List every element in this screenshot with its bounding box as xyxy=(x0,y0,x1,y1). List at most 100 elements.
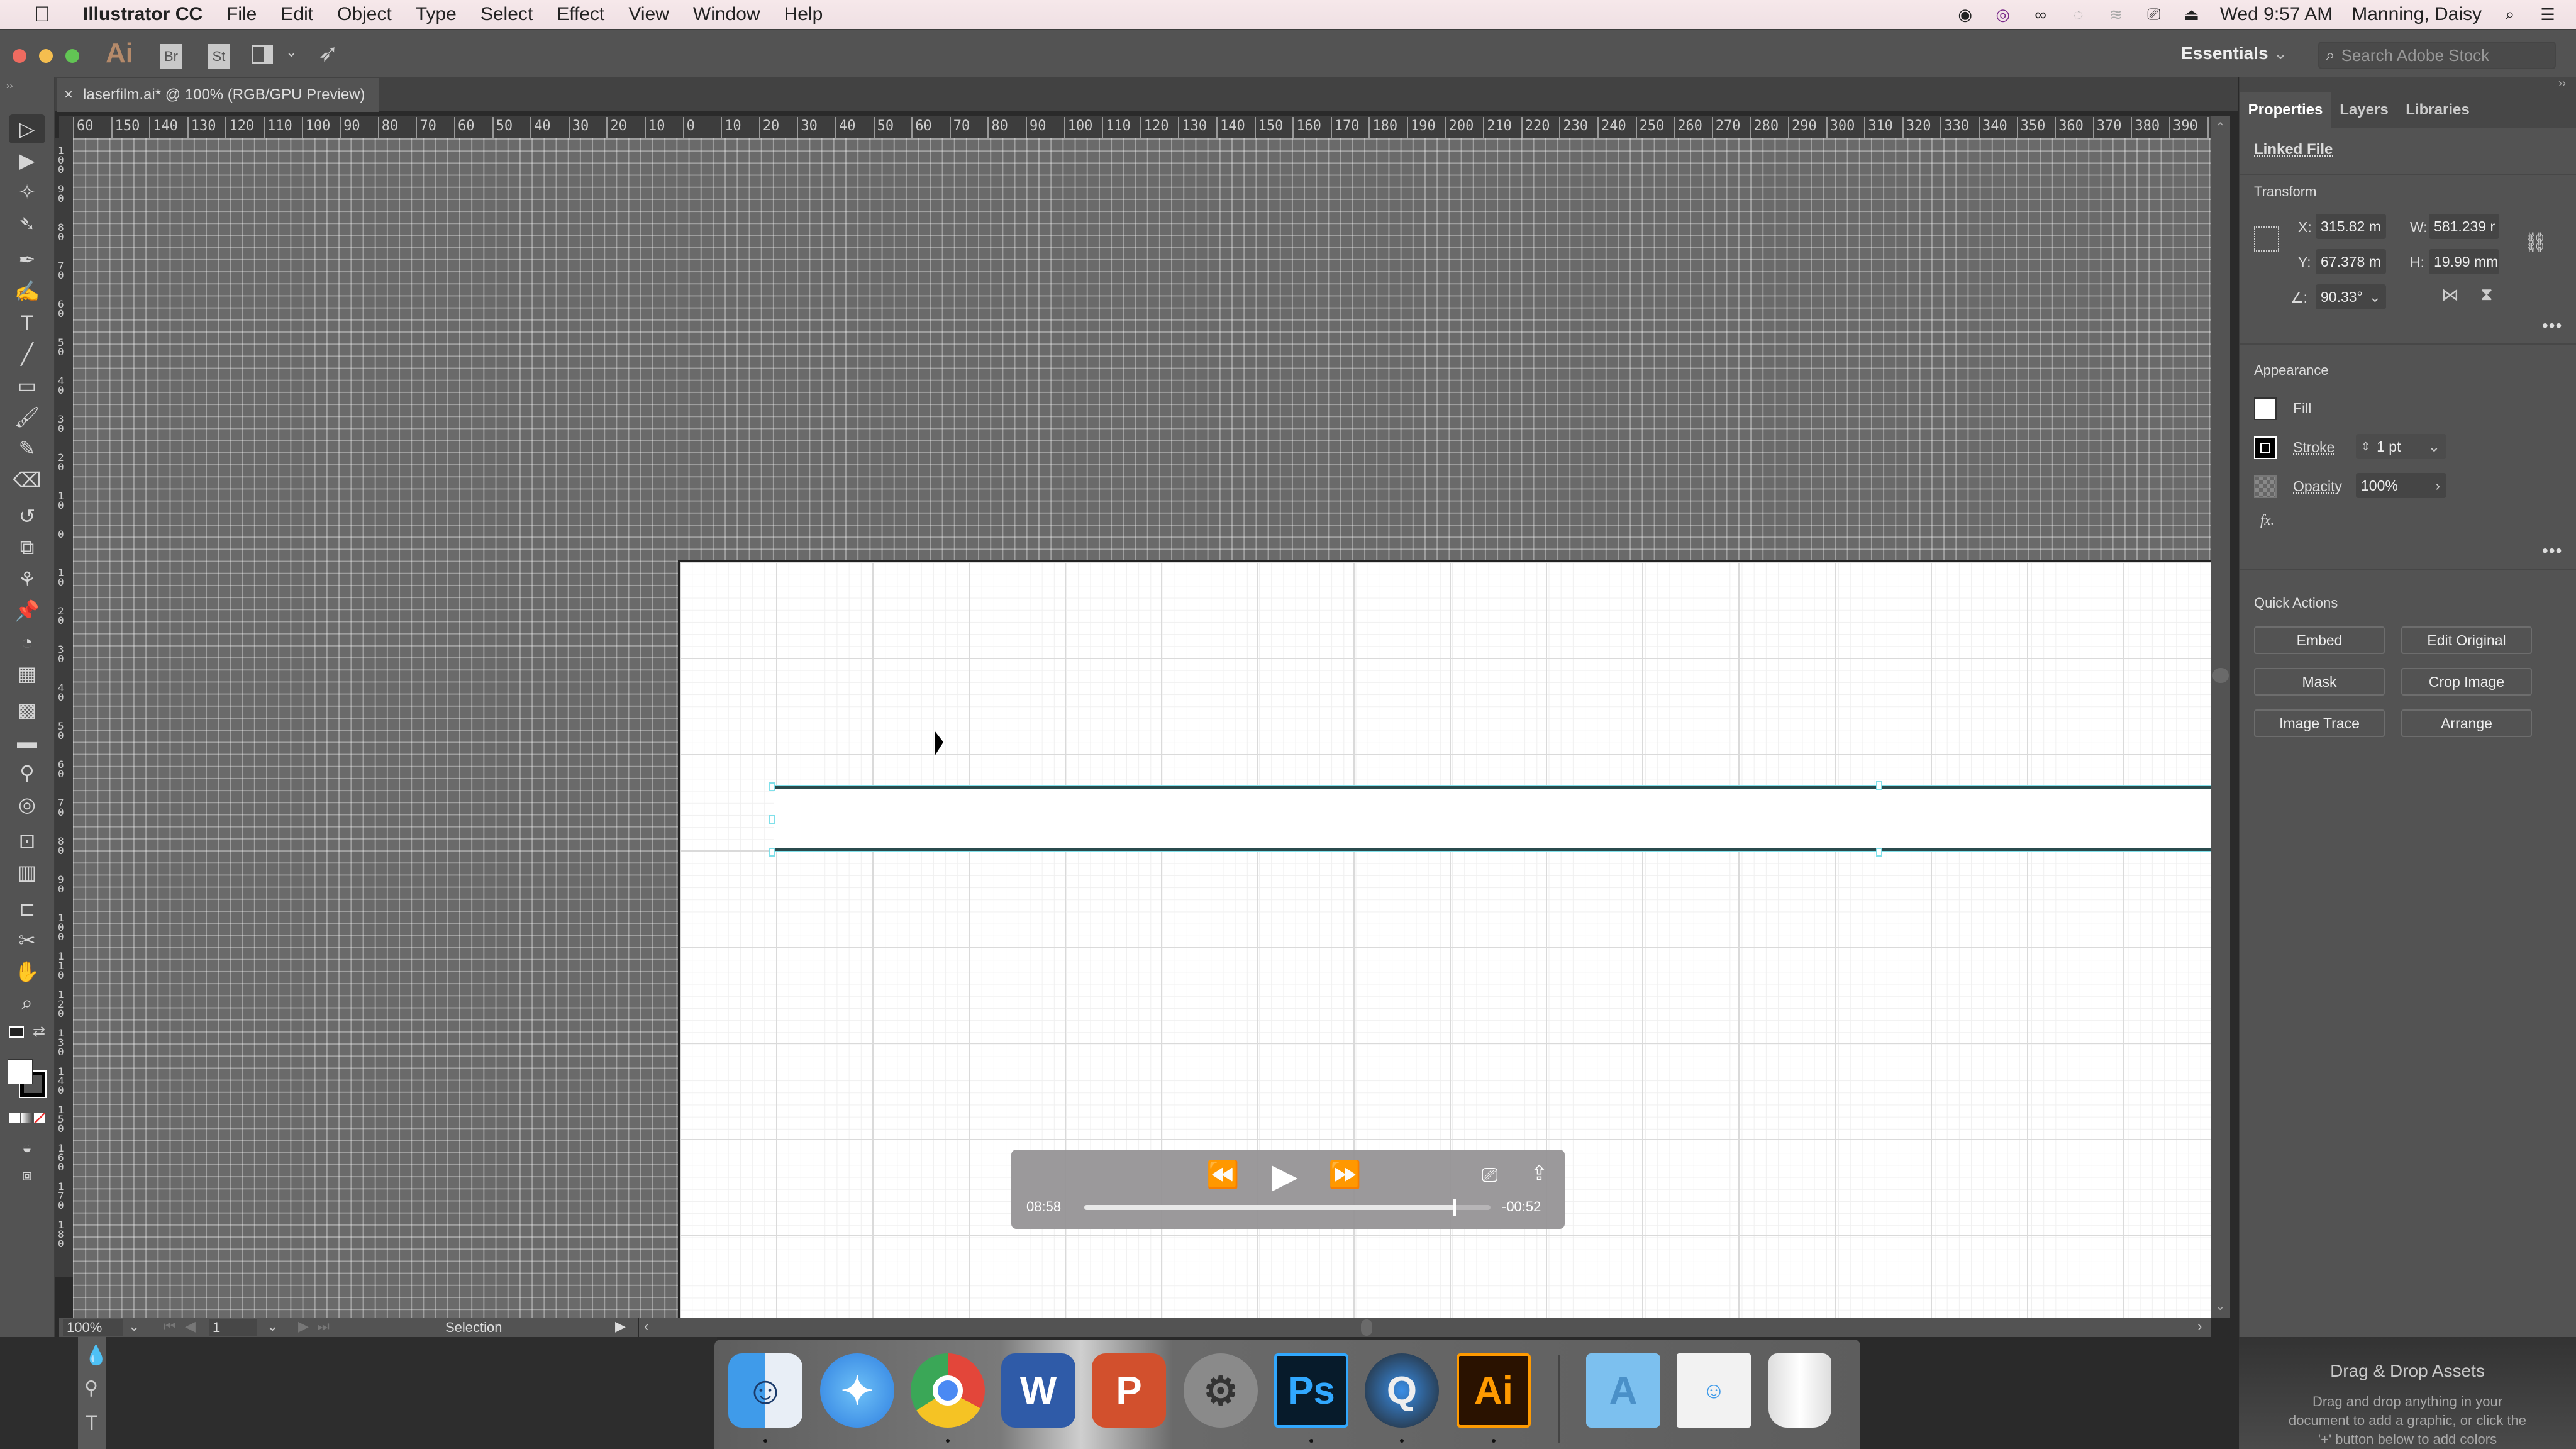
dock-word[interactable]: W xyxy=(1001,1353,1075,1428)
rotate-tool-icon[interactable]: ↺ xyxy=(9,502,45,531)
direct-selection-tool-icon[interactable]: ▶ xyxy=(9,146,45,175)
spotlight-search-icon[interactable]: ⌕ xyxy=(2501,4,2519,24)
puppet-warp-tool-icon[interactable]: ⚘ xyxy=(9,565,45,594)
scroll-left-icon[interactable]: ‹ xyxy=(644,1318,648,1335)
artboard-tool-icon[interactable]: ⊏ xyxy=(9,894,45,923)
object-type-label[interactable]: Linked File xyxy=(2254,141,2333,158)
hand-tool-icon[interactable]: ✋ xyxy=(9,957,45,986)
dock-applications-folder[interactable]: A xyxy=(1586,1353,1660,1428)
stroke-weight-field[interactable]: ⇕ 1 pt ⌄ xyxy=(2356,434,2446,459)
type-icon[interactable]: T xyxy=(86,1411,98,1435)
arrange-documents-icon[interactable] xyxy=(252,45,273,64)
previous-artboard-icon[interactable]: ◀ xyxy=(185,1318,196,1335)
selection-handle-top-left[interactable] xyxy=(769,782,775,791)
close-tab-icon[interactable]: × xyxy=(64,86,73,104)
artboard-number-field[interactable]: 1 xyxy=(209,1319,257,1336)
line-tool-icon[interactable]: ╱ xyxy=(9,340,45,369)
workspace-switcher[interactable]: Essentials ⌄ xyxy=(2181,43,2288,64)
height-field[interactable]: 19.99 mm xyxy=(2429,249,2499,274)
opacity-field[interactable]: 100% › xyxy=(2356,473,2446,498)
eraser-tool-icon[interactable]: ⌫ xyxy=(9,465,45,494)
gradient-tool-icon[interactable]: ▬ xyxy=(9,727,45,756)
opacity-label[interactable]: Opacity xyxy=(2293,478,2342,495)
menu-select[interactable]: Select xyxy=(480,4,533,25)
dock-illustrator[interactable]: Ai xyxy=(1457,1353,1531,1428)
dock-downloads-stack[interactable]: ☺ xyxy=(1677,1353,1751,1428)
eject-icon[interactable]: ⏏ xyxy=(2182,5,2201,24)
horizontal-scroll-thumb[interactable] xyxy=(1361,1319,1372,1336)
vertical-scroll-thumb[interactable] xyxy=(2212,668,2229,683)
selection-handle-bottom-left[interactable] xyxy=(769,848,775,857)
type-tool-icon[interactable]: T xyxy=(9,308,45,337)
rotation-angle-field[interactable]: 90.33° ⌄ xyxy=(2316,284,2386,309)
fast-forward-icon[interactable]: ⏩ xyxy=(1328,1160,1361,1191)
slice-tool-icon[interactable]: ✂ xyxy=(9,926,45,955)
swap-fill-stroke-icon[interactable]: ⇄ xyxy=(33,1023,45,1041)
default-fill-stroke-icon[interactable] xyxy=(9,1026,24,1038)
rocket-icon[interactable]: ➶ xyxy=(318,39,338,67)
dock-chrome[interactable] xyxy=(911,1353,985,1428)
close-window-button[interactable] xyxy=(13,49,26,63)
tab-libraries[interactable]: Libraries xyxy=(2397,92,2478,128)
menubar-clock[interactable]: Wed 9:57 AM xyxy=(2220,4,2333,25)
share-icon[interactable]: ⇪ xyxy=(1531,1161,1548,1185)
dock-photoshop[interactable]: Ps xyxy=(1274,1353,1348,1428)
shape-builder-tool-icon[interactable]: ◔ xyxy=(9,628,45,657)
brush-icon[interactable]: ⚲ xyxy=(84,1377,98,1399)
dock-safari[interactable]: ✦ xyxy=(820,1353,894,1428)
maximize-window-button[interactable] xyxy=(65,49,79,63)
stock-button[interactable]: St xyxy=(208,44,230,69)
horizontal-ruler[interactable]: 60 150 140 130 120 110 100 90 80 70 60 50 40 30 20 10 0 1… xyxy=(59,116,2211,138)
dock-powerpoint[interactable]: P xyxy=(1092,1353,1166,1428)
menu-file[interactable]: File xyxy=(226,4,257,25)
more-transform-options-icon[interactable]: ••• xyxy=(2542,316,2562,336)
magic-wand-tool-icon[interactable]: ✧ xyxy=(9,177,45,206)
collapse-panel-icon[interactable]: ›› xyxy=(6,80,13,92)
vertical-ruler[interactable]: 100 90 80 70 60 50 40 30 20 10 0 10 20 30 40 50 60 70 80 90… xyxy=(55,138,73,1277)
search-adobe-stock-input[interactable]: ⌕ Search Adobe Stock xyxy=(2318,42,2556,69)
selection-handle-top[interactable] xyxy=(1876,781,1882,790)
more-appearance-options-icon[interactable]: ••• xyxy=(2542,541,2562,561)
tab-layers[interactable]: Layers xyxy=(2332,92,2396,128)
airplay-icon[interactable]: ⎚ xyxy=(1482,1163,1498,1187)
stroke-stepper-icon[interactable]: ⇕ xyxy=(2361,440,2377,453)
color-mode-icon[interactable] xyxy=(9,1113,20,1123)
stroke-dropdown-icon[interactable]: ⌄ xyxy=(2422,438,2446,455)
collapse-panel-icon[interactable]: ›› xyxy=(2558,77,2566,90)
menubar-user[interactable]: Manning, Daisy xyxy=(2351,4,2482,25)
graph-tool-icon[interactable]: ▥ xyxy=(9,858,45,887)
angle-dropdown-icon[interactable]: ⌄ xyxy=(2364,289,2386,306)
image-trace-button[interactable]: Image Trace xyxy=(2254,709,2385,737)
rewind-icon[interactable]: ⏪ xyxy=(1206,1160,1239,1191)
pin-tool-icon[interactable]: 📌 xyxy=(9,596,45,625)
fx-effects-icon[interactable]: fx. xyxy=(2260,512,2274,528)
time-machine-icon[interactable]: ◌ xyxy=(2069,5,2088,24)
edit-original-button[interactable]: Edit Original xyxy=(2401,626,2532,654)
menu-type[interactable]: Type xyxy=(416,4,457,25)
first-artboard-icon[interactable]: ⏮ xyxy=(164,1318,176,1335)
scroll-right-icon[interactable]: › xyxy=(2197,1318,2202,1335)
scroll-down-icon[interactable]: ⌄ xyxy=(2215,1298,2226,1314)
blend-tool-icon[interactable]: ◎ xyxy=(9,790,45,819)
stroke-label[interactable]: Stroke xyxy=(2293,439,2334,456)
record-icon[interactable]: ◉ xyxy=(1956,5,1975,24)
paintbrush-tool-icon[interactable]: 🖌 xyxy=(9,402,45,431)
gradient-mode-icon[interactable] xyxy=(21,1113,33,1123)
document-tab[interactable]: × laserfilm.ai* @ 100% (RGB/GPU Preview) xyxy=(57,78,379,112)
lasso-tool-icon[interactable]: ➴ xyxy=(9,209,45,238)
menu-view[interactable]: View xyxy=(628,4,669,25)
flip-vertical-icon[interactable]: ⧗ xyxy=(2480,284,2493,305)
dock-trash[interactable] xyxy=(1768,1353,1831,1428)
menu-object[interactable]: Object xyxy=(337,4,392,25)
artboard-dropdown-icon[interactable]: ⌄ xyxy=(267,1318,278,1335)
menu-edit[interactable]: Edit xyxy=(280,4,313,25)
playback-scrubber[interactable] xyxy=(1453,1199,1457,1216)
status-menu-icon[interactable]: ▶ xyxy=(615,1318,626,1335)
x-position-field[interactable]: 315.82 m xyxy=(2316,214,2386,239)
vertical-scrollbar[interactable]: ⌃ ⌄ xyxy=(2211,116,2230,1318)
chevron-down-icon[interactable]: ⌄ xyxy=(286,44,297,60)
playback-progress-bar[interactable] xyxy=(1084,1199,1491,1216)
scroll-up-icon[interactable]: ⌃ xyxy=(2215,119,2226,135)
scale-tool-icon[interactable]: ⧉ xyxy=(9,533,45,562)
selected-linked-image[interactable] xyxy=(769,781,2211,857)
